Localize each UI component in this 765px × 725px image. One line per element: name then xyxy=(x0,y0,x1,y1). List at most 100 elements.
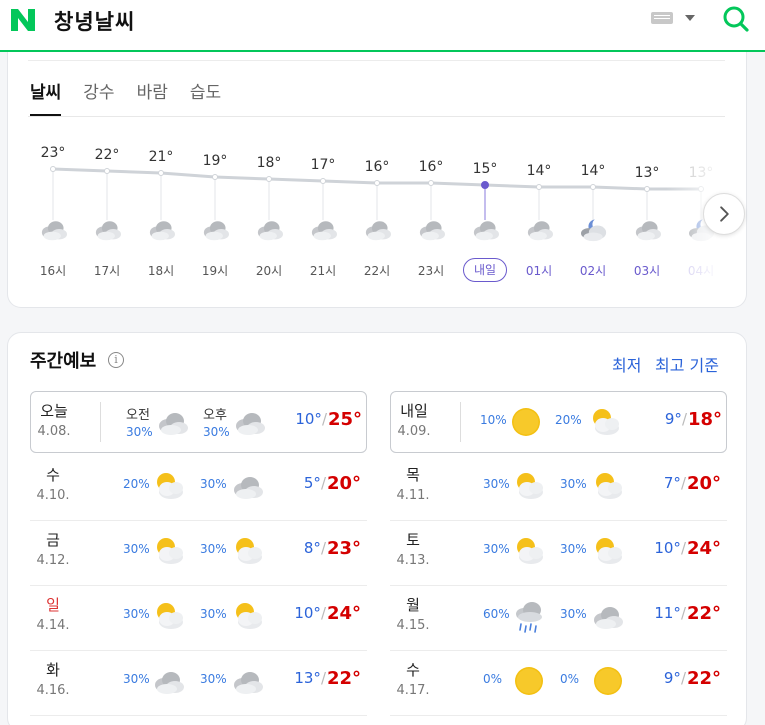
hour-point xyxy=(104,168,110,174)
hour-label: 19시 xyxy=(201,264,229,278)
day-name: 월 xyxy=(406,596,420,614)
partly-cloudy-icon xyxy=(511,468,547,504)
day-forecast[interactable]: 수 4.10. 20% 30% 5°/ 20° xyxy=(30,456,367,518)
cloudy-icon xyxy=(254,216,286,242)
partly-cloudy-icon xyxy=(511,533,547,569)
pm-rain: 30% xyxy=(200,672,227,686)
hour-temp: 19° xyxy=(202,153,228,169)
hour-point xyxy=(50,166,56,172)
hour-label: 18시 xyxy=(147,264,175,278)
hour-point xyxy=(374,180,380,186)
day-forecast[interactable]: 내일 4.09. 10% 20% 9°/ 18° xyxy=(390,391,727,453)
keyboard-icon[interactable] xyxy=(651,12,673,24)
naver-logo-icon[interactable] xyxy=(9,7,37,33)
top-bar: 창녕날씨 xyxy=(0,0,765,52)
tab-wind[interactable]: 바람 xyxy=(137,78,168,116)
hour-point xyxy=(320,178,326,184)
day-forecast[interactable]: 금 4.12. 30% 30% 8°/ 23° xyxy=(30,521,367,583)
pm-rain: 30% xyxy=(200,542,227,556)
am-rain: 0% xyxy=(483,672,503,686)
am-rain: 30% xyxy=(483,477,510,491)
partly-cloudy-icon xyxy=(590,468,626,504)
hour-temp: 16° xyxy=(418,159,444,175)
day-name: 수 xyxy=(46,466,60,484)
day-name: 일 xyxy=(46,596,60,614)
tab-precipitation[interactable]: 강수 xyxy=(83,78,114,116)
hour-point xyxy=(590,184,596,190)
hour-label: 04시 xyxy=(687,264,715,278)
hour-temp: 17° xyxy=(310,157,336,173)
cloudy-icon xyxy=(200,216,232,242)
hour-label: 21시 xyxy=(309,264,337,278)
am-rain: 30% xyxy=(123,672,150,686)
pm-label: 오후 xyxy=(203,408,227,423)
day-date: 4.10. xyxy=(36,488,70,503)
divider xyxy=(28,60,725,61)
day-date: 4.08. xyxy=(37,424,71,439)
hour-point xyxy=(266,176,272,182)
day-name: 화 xyxy=(46,661,60,679)
high-temp: 22° xyxy=(687,603,722,624)
sunny-icon xyxy=(590,663,626,699)
day-name: 목 xyxy=(406,466,420,484)
hour-temp: 14° xyxy=(580,163,606,179)
hour-temp: 15° xyxy=(472,161,498,177)
day-forecast[interactable]: 일 4.14. 30% 30% 10°/ 24° xyxy=(30,586,367,648)
hour-temp: 14° xyxy=(526,163,552,179)
partly-cloudy-icon xyxy=(587,404,623,440)
chevron-down-icon[interactable] xyxy=(685,15,695,21)
hour-point xyxy=(536,184,542,190)
pm-rain: 30% xyxy=(560,542,587,556)
day-forecast[interactable]: 오늘 4.08. 오전 30% 오후 30% 10°/ 25° xyxy=(30,391,367,453)
pm-rain: 30% xyxy=(200,607,227,621)
partly-cloudy-icon xyxy=(151,468,187,504)
day-forecast[interactable]: 수 4.17. 0% 0% 9°/ 22° xyxy=(390,651,727,713)
high-temp: 22° xyxy=(327,668,362,689)
search-icon[interactable] xyxy=(722,5,750,33)
divider xyxy=(460,402,461,442)
day-name: 내일 xyxy=(400,402,428,420)
hour-temp: 18° xyxy=(256,155,282,171)
high-temp: 22° xyxy=(687,668,722,689)
tab-humidity[interactable]: 습도 xyxy=(190,78,221,116)
weather-tabs: 날씨 강수 바람 습도 xyxy=(30,78,243,116)
day-forecast[interactable]: 목 4.11. 30% 30% 7°/ 20° xyxy=(390,456,727,518)
partly-cloudy-icon xyxy=(230,598,266,634)
hour-point xyxy=(644,186,650,192)
partly-cloudy-icon xyxy=(151,533,187,569)
pm-rain: 30% xyxy=(203,425,230,439)
sunny-icon xyxy=(511,663,547,699)
sort-low-link[interactable]: 최저 xyxy=(612,352,641,376)
am-rain: 60% xyxy=(483,607,510,621)
tab-weather[interactable]: 날씨 xyxy=(30,78,62,116)
next-arrow-button[interactable] xyxy=(703,193,745,235)
rain-icon xyxy=(511,598,547,634)
sunny-icon xyxy=(508,404,544,440)
am-rain: 30% xyxy=(126,425,153,439)
hour-point xyxy=(158,170,164,176)
info-icon[interactable]: i xyxy=(108,352,124,368)
day-name: 수 xyxy=(406,661,420,679)
pm-rain: 0% xyxy=(560,672,580,686)
am-rain: 30% xyxy=(123,607,150,621)
divider xyxy=(28,116,725,117)
partly-cloudy-icon xyxy=(230,533,266,569)
high-temp: 24° xyxy=(327,603,362,624)
row-divider xyxy=(30,520,367,521)
sort-high-link[interactable]: 최고 기준 xyxy=(655,352,719,376)
day-forecast[interactable]: 월 4.15. 60% 30% 11°/ 22° xyxy=(390,586,727,648)
row-divider xyxy=(30,650,367,651)
day-forecast[interactable]: 화 4.16. 30% 30% 13°/ 22° xyxy=(30,651,367,713)
hour-point xyxy=(698,186,704,192)
low-temp: 10°/ xyxy=(294,604,326,622)
day-date: 4.17. xyxy=(396,683,430,698)
hour-temp: 13° xyxy=(688,165,714,181)
hour-point xyxy=(212,174,218,180)
day-forecast[interactable]: 토 4.13. 30% 30% 10°/ 24° xyxy=(390,521,727,583)
hour-label: 16시 xyxy=(39,264,67,278)
am-rain: 20% xyxy=(123,477,150,491)
day-name: 토 xyxy=(406,531,420,549)
hour-label: 23시 xyxy=(417,264,445,278)
day-date: 4.14. xyxy=(36,618,70,633)
hour-label: 20시 xyxy=(255,264,283,278)
